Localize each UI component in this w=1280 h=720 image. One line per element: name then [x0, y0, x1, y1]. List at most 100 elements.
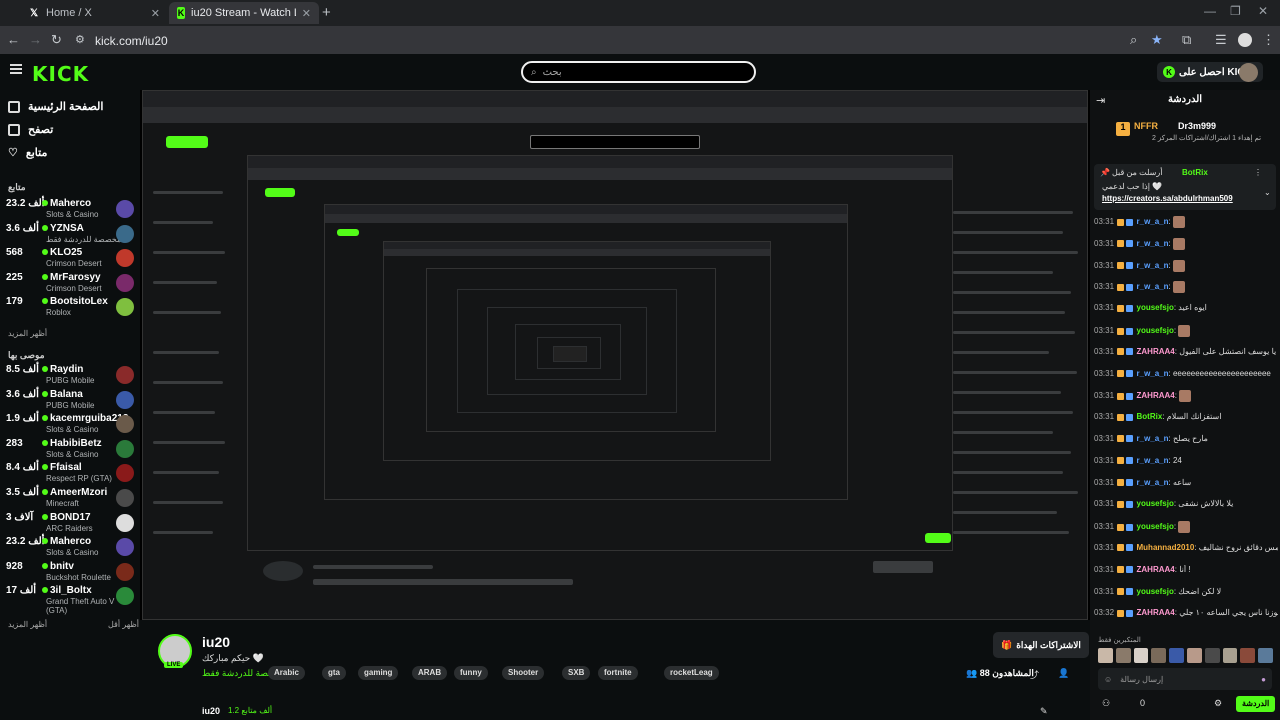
message-username[interactable]: r_w_a_n [1137, 478, 1169, 487]
sidebar-channel[interactable]: 3 آلاف BOND17 ARC Raiders [6, 512, 134, 536]
message-username[interactable]: r_w_a_n [1137, 434, 1169, 443]
extensions-icon[interactable]: ⧉ [1182, 32, 1191, 48]
kicks-balance-icon[interactable]: ⚇ [1102, 698, 1110, 709]
gift-subs-button[interactable]: 🎁 الاشتراكات الهداة [993, 632, 1089, 658]
chat-message[interactable]: 03:31 r_w_a_n: [1094, 259, 1278, 272]
sidebar-channel[interactable]: 179 BootsitoLex Roblox [6, 296, 134, 320]
message-username[interactable]: BotRix [1137, 412, 1163, 421]
stream-tag[interactable]: funny [454, 666, 488, 680]
chat-message[interactable]: 03:31 yousefsjo: يلا بالالاش نشفى [1094, 499, 1278, 508]
show-more-recommended[interactable]: أظهر المزيد [8, 620, 47, 629]
message-username[interactable]: ZAHRAA4 [1137, 347, 1175, 356]
sidebar-channel[interactable]: 568 KLO25 Crimson Desert [6, 247, 134, 271]
chat-send-button[interactable]: الدردشة [1236, 696, 1276, 712]
bookmark-star-icon[interactable]: ★ [1151, 32, 1163, 48]
profile-icon[interactable] [1238, 33, 1252, 50]
mic-icon[interactable]: ● [1261, 675, 1266, 684]
chat-message[interactable]: 03:31 r_w_a_n: eeeeeeeeeeeeeeeeeeeeee [1094, 369, 1278, 378]
chat-message[interactable]: 03:31 BotRix: استفزانك السلام [1094, 412, 1278, 421]
chat-message[interactable]: 03:31 yousefsjo: لا لكن اضحك [1094, 587, 1278, 596]
stream-tag[interactable]: rocketLeag [664, 666, 719, 680]
stream-tag[interactable]: gaming [358, 666, 399, 680]
edit-icon[interactable]: ✎ [1040, 706, 1048, 717]
sidebar-channel[interactable]: 283 HabibiBetz Slots & Casino [6, 438, 134, 462]
chat-message[interactable]: 03:31 Muhannad2010: ترييد نايم ابيت خمس … [1094, 543, 1278, 552]
sidebar-channel[interactable]: 8.5 ألف Raydin PUBG Mobile [6, 364, 134, 388]
message-username[interactable]: ZAHRAA4 [1137, 608, 1175, 617]
chat-message[interactable]: 03:31 yousefsjo: [1094, 521, 1278, 534]
message-username[interactable]: yousefsjo [1137, 303, 1174, 312]
sidebar-channel[interactable]: 3.5 ألف AmeerMzori Minecraft [6, 487, 134, 511]
chat-message[interactable]: 03:31 r_w_a_n: مارح يصلح [1094, 434, 1278, 443]
sidebar-channel[interactable]: 8.4 ألف Ffaisal Respect RP (GTA) [6, 462, 134, 486]
chat-message[interactable]: 03:31 yousefsjo: ايوه اعيد [1094, 303, 1278, 312]
message-username[interactable]: ZAHRAA4 [1137, 565, 1175, 574]
sidebar-channel[interactable]: 928 bnitv Buckshot Roulette [6, 561, 134, 585]
pinned-message[interactable]: 📌 أرسلت من قبل BotRix ⋮ إذا حب لدعمي 🤍 h… [1094, 164, 1276, 210]
chat-message[interactable]: 03:31 yousefsjo: [1094, 325, 1278, 337]
message-username[interactable]: r_w_a_n [1137, 456, 1169, 465]
tab-x-home[interactable]: 𝕏 Home / X ✕ [20, 2, 168, 24]
back-icon[interactable]: ← [7, 32, 20, 47]
message-username[interactable]: r_w_a_n [1137, 369, 1169, 378]
message-username[interactable]: yousefsjo [1137, 522, 1174, 531]
message-username[interactable]: yousefsjo [1137, 326, 1174, 335]
chat-settings-icon[interactable]: ⚙ [1214, 698, 1222, 709]
site-info-icon[interactable]: ⚙ [75, 33, 85, 46]
sidebar-channel[interactable]: 1.9 ألف kacemrguiba213 Slots & Casino [6, 413, 134, 437]
search-input[interactable]: ⌕ بحث [521, 61, 756, 83]
streamer-name[interactable]: iu20 [202, 634, 230, 650]
pinned-menu-icon[interactable]: ⋮ [1254, 168, 1262, 177]
show-less[interactable]: أظهر أقل [108, 620, 139, 629]
close-tab-icon[interactable]: ✕ [151, 7, 160, 20]
reload-icon[interactable]: ↻ [51, 32, 62, 48]
chat-message[interactable]: 03:31 ZAHRAA4: [1094, 390, 1278, 403]
sidebar-channel[interactable]: 23.2 ألف Maherco Slots & Casino [6, 536, 134, 560]
stream-tag[interactable]: ARAB [412, 666, 448, 680]
sidebar-channel[interactable]: 23.2 ألف Maherco Slots & Casino [6, 198, 134, 222]
chat-message[interactable]: 03:31 r_w_a_n: [1094, 216, 1278, 228]
message-username[interactable]: r_w_a_n [1137, 239, 1169, 248]
follow-user-icon[interactable]: 👤 [1058, 668, 1069, 679]
message-username[interactable]: r_w_a_n [1137, 261, 1169, 270]
stream-tag[interactable]: Arabic [268, 666, 305, 680]
message-username[interactable]: yousefsjo [1137, 587, 1174, 596]
message-username[interactable]: Muhannad2010 [1137, 543, 1195, 552]
chat-message[interactable]: 03:32 ZAHRAA4: يجوزنا ناس يجي الساعه ١٠ … [1094, 608, 1278, 617]
chat-message[interactable]: 03:31 r_w_a_n: 24 [1094, 456, 1278, 465]
message-username[interactable]: yousefsjo [1137, 499, 1174, 508]
menu-icon[interactable]: ⋮ [1262, 32, 1275, 48]
media-icon[interactable]: ☰ [1215, 32, 1227, 48]
close-tab-icon[interactable]: ✕ [302, 7, 311, 20]
message-username[interactable]: ZAHRAA4 [1137, 392, 1175, 401]
new-tab-button[interactable]: + [322, 4, 331, 21]
chat-input[interactable]: ☺ إرسال رسالة ● [1098, 668, 1272, 690]
user-avatar[interactable] [1239, 63, 1258, 82]
chat-message[interactable]: 03:31 r_w_a_n: ساعه [1094, 478, 1278, 487]
share-icon[interactable]: ⤴ [1030, 668, 1039, 681]
sidebar-channel[interactable]: 225 MrFarosyy Crimson Desert [6, 272, 134, 296]
pinned-link[interactable]: https://creators.sa/abdulrhman509 [1102, 194, 1233, 203]
zoom-icon[interactable]: ⌕ [1130, 32, 1137, 48]
minimize-icon[interactable]: — [1204, 4, 1216, 18]
address-bar[interactable]: kick.com/iu20 [95, 34, 168, 48]
stream-tag[interactable]: Shooter [502, 666, 545, 680]
kick-logo[interactable]: KICK [32, 62, 89, 86]
chat-message[interactable]: 03:31 r_w_a_n: [1094, 281, 1278, 294]
chat-message[interactable]: 03:31 ZAHRAA4: يا يوسف انصتشل على الفيول [1094, 347, 1278, 356]
tab-kick-stream[interactable]: K iu20 Stream - Watch Live on Kic ✕ [169, 2, 319, 24]
message-username[interactable]: r_w_a_n [1137, 283, 1169, 292]
nav-browse[interactable]: تصفح [8, 123, 53, 136]
close-window-icon[interactable]: ✕ [1258, 4, 1268, 18]
show-more-following[interactable]: أظهر المزيد [8, 329, 47, 338]
sidebar-channel[interactable]: 3.6 ألف Balana PUBG Mobile [6, 389, 134, 413]
message-username[interactable]: r_w_a_n [1137, 217, 1169, 226]
stream-tag[interactable]: gta [322, 666, 346, 680]
sidebar-channel[interactable]: 17 ألف 3il_Boltx Grand Theft Auto V (GTA) [6, 585, 134, 615]
chat-message[interactable]: 03:31 ZAHRAA4: أنا ! [1094, 565, 1278, 574]
maximize-icon[interactable]: ❐ [1230, 4, 1241, 18]
chevron-down-icon[interactable]: ⌄ [1264, 188, 1271, 197]
emote-icon[interactable]: ☺ [1104, 675, 1112, 684]
stream-tag[interactable]: fortnite [598, 666, 638, 680]
hamburger-menu-icon[interactable] [10, 64, 22, 74]
